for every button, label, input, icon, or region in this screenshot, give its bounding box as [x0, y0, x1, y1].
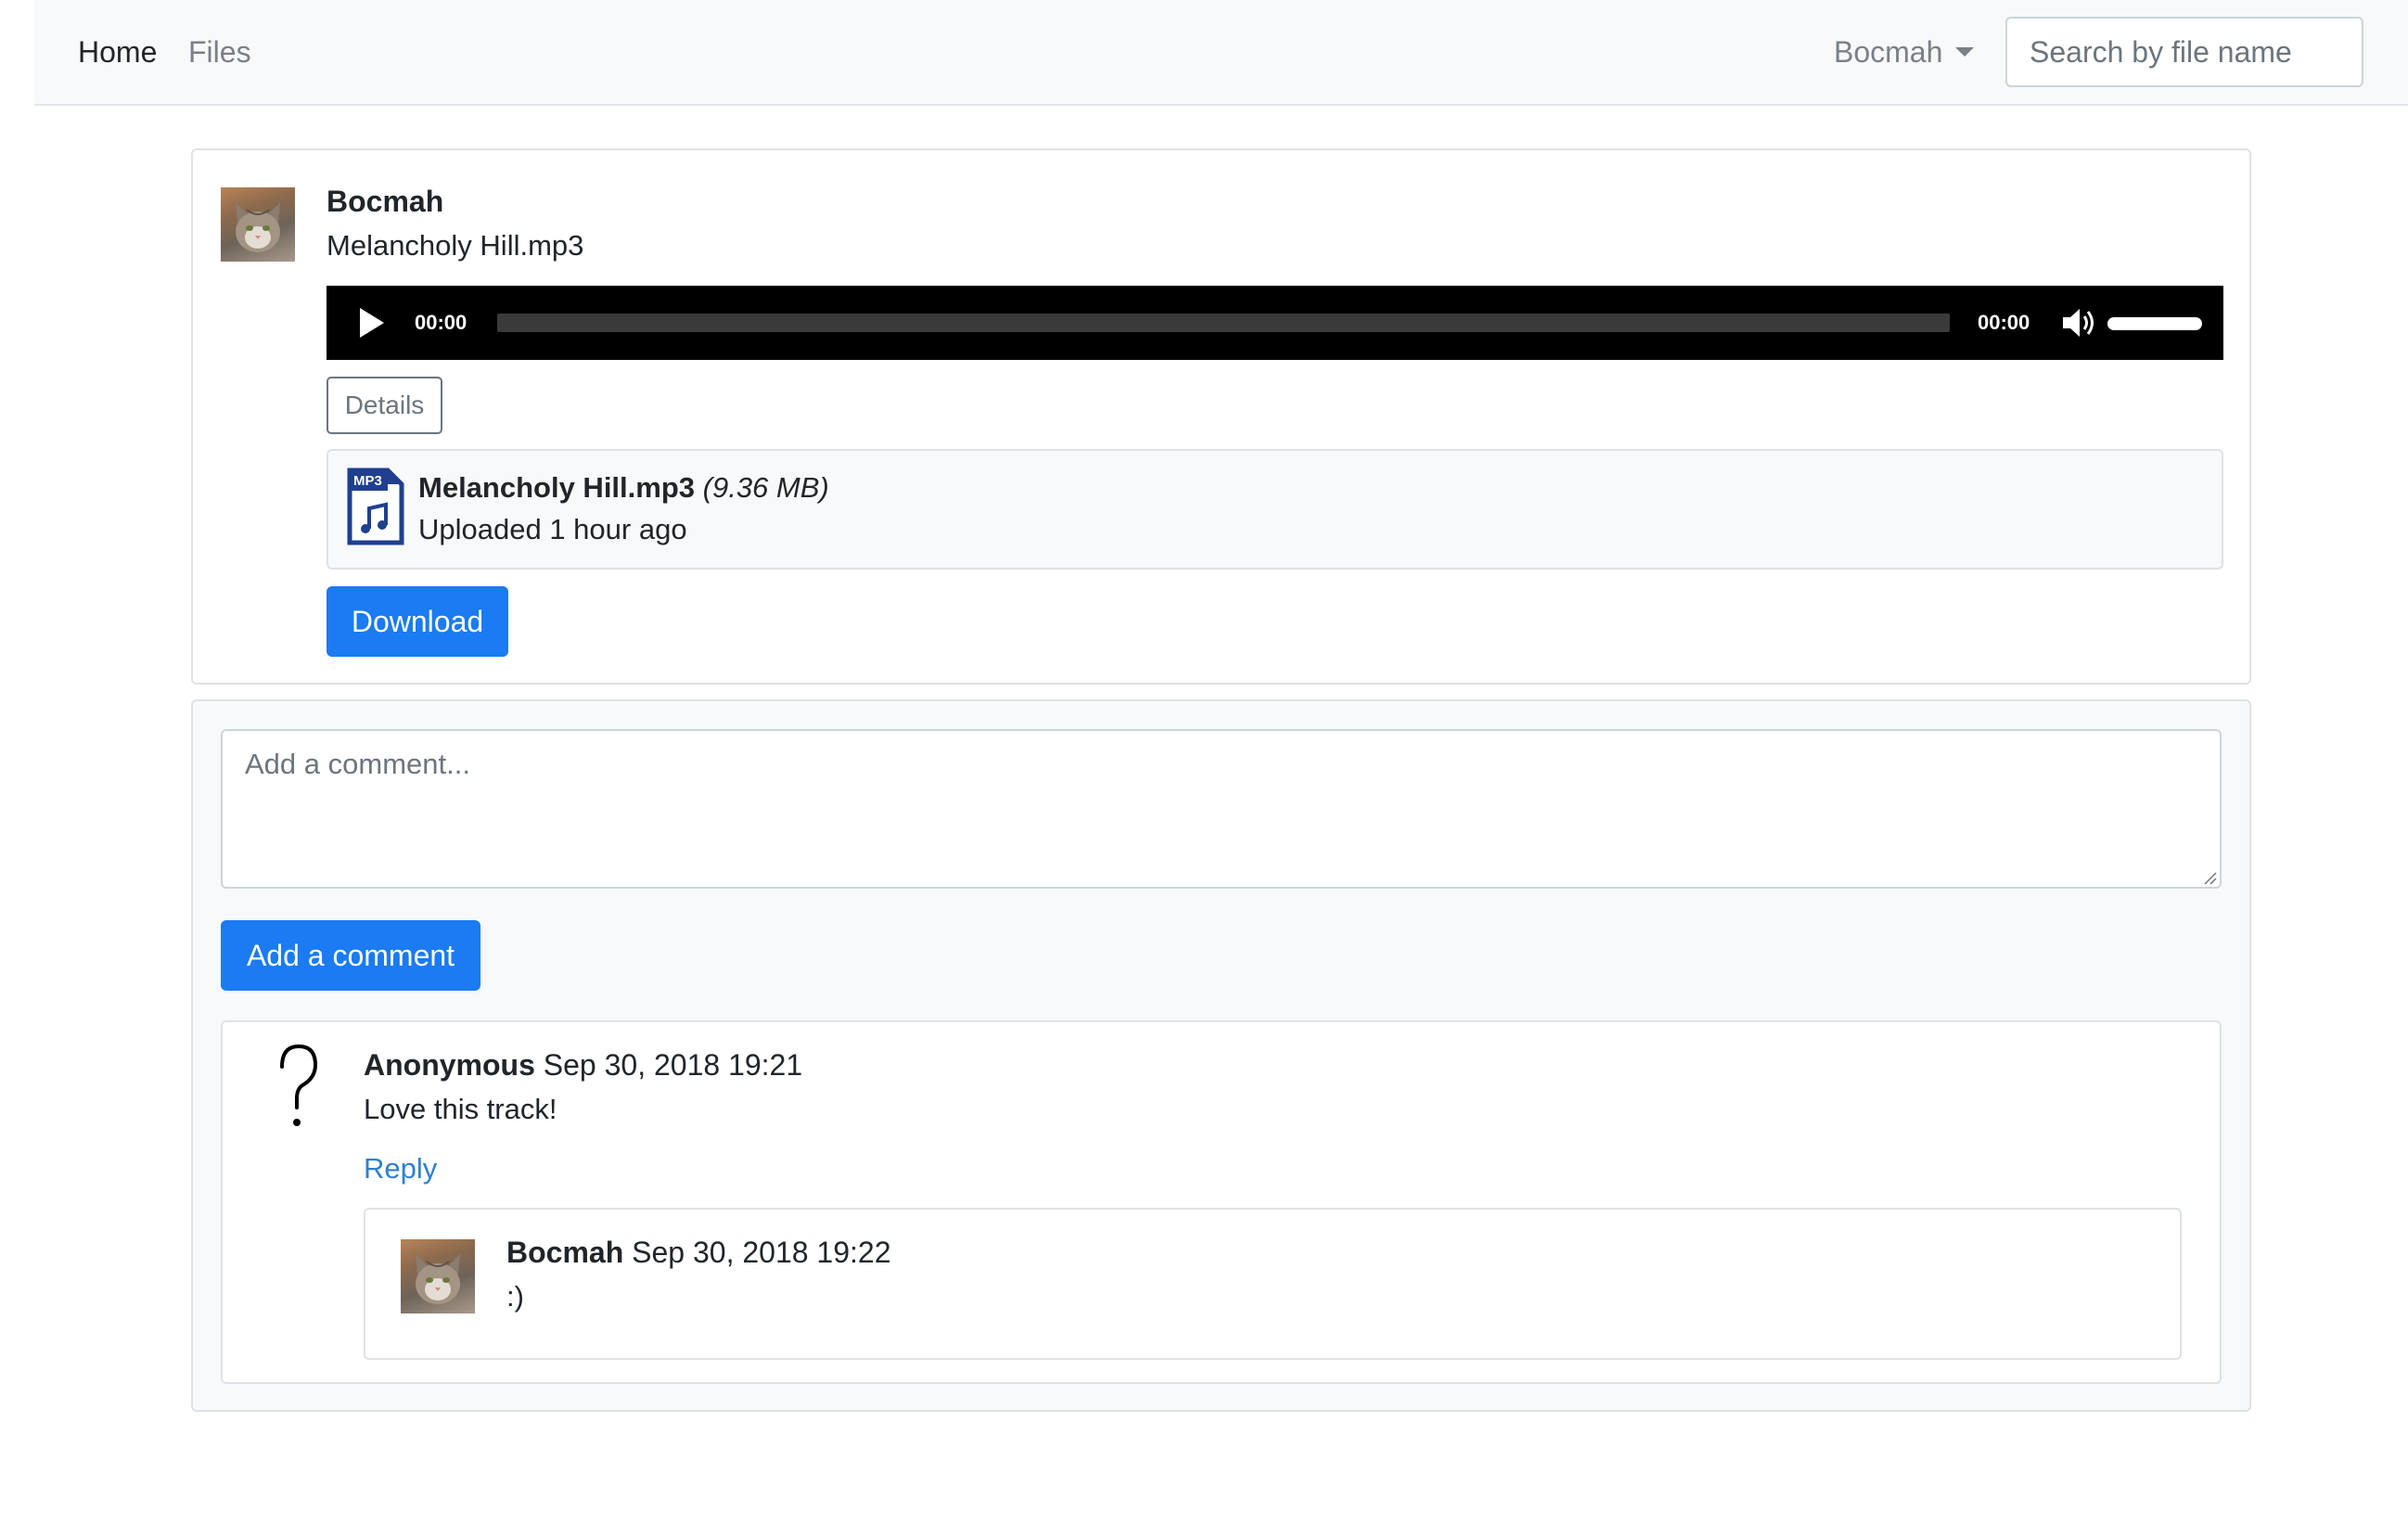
comment-header: Anonymous Sep 30, 2018 19:21: [364, 1046, 802, 1083]
upload-time: Uploaded 1 hour ago: [418, 513, 687, 545]
resize-handle-icon[interactable]: [2202, 870, 2217, 885]
seek-bar[interactable]: [497, 314, 1950, 332]
file-size: (9.36 MB): [702, 471, 829, 504]
reply-link[interactable]: Reply: [364, 1150, 437, 1187]
comments-card: Add a comment Anonymous Sep 30, 2018 19:…: [191, 699, 2251, 1412]
volume-slider[interactable]: [2107, 317, 2202, 330]
comment-input[interactable]: [221, 729, 2222, 889]
cat-avatar-icon: [416, 1254, 460, 1304]
mp3-file-icon: MP3: [347, 468, 404, 545]
details-button[interactable]: Details: [327, 377, 442, 434]
current-time: 00:00: [415, 311, 468, 334]
nav-link-home[interactable]: Home: [78, 33, 157, 70]
volume-slider-fill: [2107, 317, 2202, 330]
comment-item: Anonymous Sep 30, 2018 19:21 Love this t…: [221, 1020, 2222, 1384]
play-icon[interactable]: [360, 308, 384, 338]
cat-avatar-icon: [236, 202, 280, 252]
reply-timestamp: Sep 30, 2018 19:22: [632, 1236, 891, 1269]
comment-author: Anonymous: [364, 1048, 535, 1082]
avatar: [401, 1239, 475, 1314]
avatar: [221, 187, 295, 262]
add-comment-button[interactable]: Add a comment: [221, 920, 480, 991]
user-menu-label: Bocmah: [1834, 35, 1943, 69]
mp3-icon-label: MP3: [353, 473, 382, 489]
reply-author: Bocmah: [506, 1236, 624, 1269]
chevron-down-icon: [1955, 47, 1975, 57]
reply-item: Bocmah Sep 30, 2018 19:22 :): [364, 1208, 2182, 1360]
download-button[interactable]: Download: [327, 586, 508, 657]
file-title: Melancholy Hill.mp3: [327, 229, 584, 262]
question-mark-icon: [280, 1044, 318, 1126]
comment-text: Love this track!: [364, 1093, 557, 1125]
duration-time: 00:00: [1978, 311, 2030, 334]
reply-header: Bocmah Sep 30, 2018 19:22: [506, 1234, 891, 1271]
nav-link-files[interactable]: Files: [188, 33, 251, 70]
audio-player: 00:00 00:00: [327, 286, 2223, 360]
comment-timestamp: Sep 30, 2018 19:21: [543, 1048, 803, 1082]
navbar: Home Files Bocmah: [34, 0, 2408, 106]
file-name-line: Melancholy Hill.mp3 (9.36 MB): [418, 469, 829, 506]
file-post-card: Bocmah Melancholy Hill.mp3 00:00 00:00 D…: [191, 148, 2251, 685]
volume-icon[interactable]: [2059, 304, 2096, 341]
file-name: Melancholy Hill.mp3: [418, 471, 696, 504]
file-info-box: MP3 Melancholy Hill.mp3 (9.36 MB) Upload…: [327, 449, 2223, 570]
reply-text: :): [506, 1280, 524, 1313]
user-menu-dropdown[interactable]: Bocmah: [1834, 33, 1975, 70]
file-owner-name: Bocmah: [327, 185, 444, 218]
search-input[interactable]: [2005, 17, 2363, 87]
